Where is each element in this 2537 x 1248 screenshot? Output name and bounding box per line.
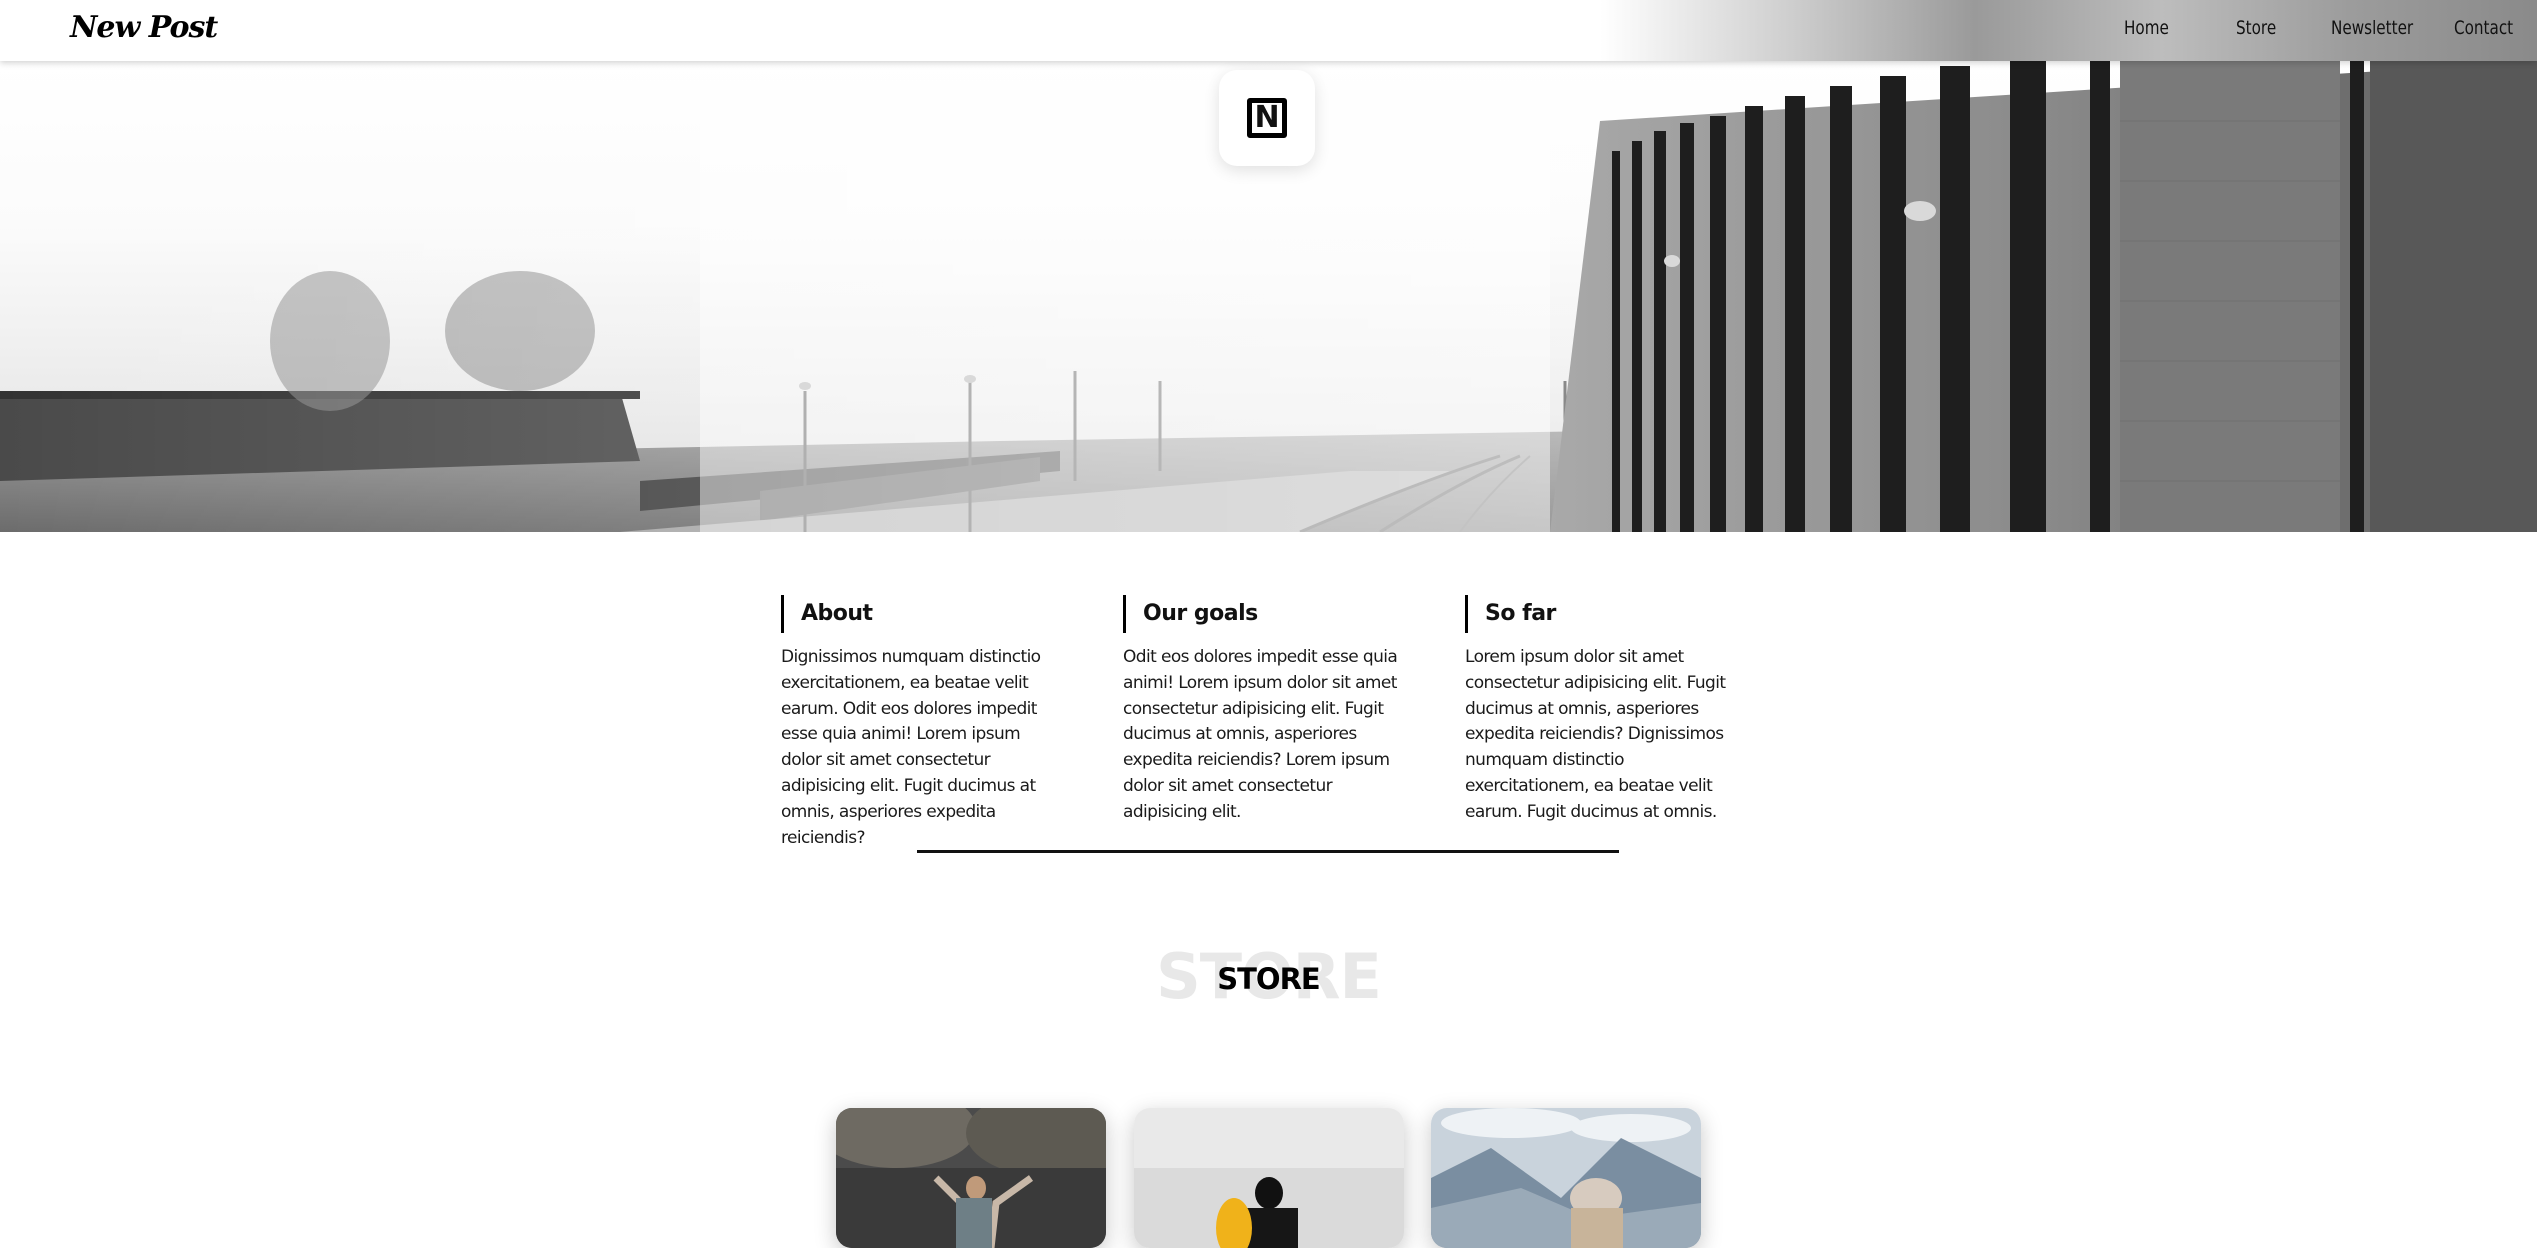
- brand-logo[interactable]: New Post: [70, 10, 218, 45]
- store-card-3[interactable]: [1431, 1108, 1701, 1248]
- store-card-1[interactable]: [836, 1108, 1106, 1248]
- nav-link-newsletter[interactable]: Newsletter: [2331, 17, 2413, 39]
- column-text-about: Dignissimos numquam distinctio exercitat…: [781, 647, 1041, 848]
- column-title-goals: Our goals: [1123, 595, 1413, 633]
- n-logo-icon: N: [1247, 98, 1287, 138]
- store-card-1-image: [836, 1108, 1106, 1248]
- hero-logo-badge: N: [1219, 70, 1315, 166]
- column-title-about: About: [781, 595, 1071, 633]
- column-text-so-far: Lorem ipsum dolor sit amet consectetur a…: [1465, 647, 1726, 822]
- nav-link-store[interactable]: Store: [2236, 17, 2276, 39]
- store-card-2-image: [1134, 1108, 1404, 1248]
- nav-link-contact[interactable]: Contact: [2454, 17, 2513, 39]
- store-card-2[interactable]: [1134, 1108, 1404, 1248]
- info-column-goals: Our goals Odit eos dolores impedit esse …: [1123, 595, 1413, 826]
- info-column-so-far: So far Lorem ipsum dolor sit amet consec…: [1465, 595, 1755, 826]
- column-text-goals: Odit eos dolores impedit esse quia animi…: [1123, 647, 1398, 822]
- section-divider: [917, 850, 1619, 853]
- column-title-so-far: So far: [1465, 595, 1755, 633]
- store-heading: STORE: [1217, 962, 1320, 996]
- store-card-3-image: [1431, 1108, 1701, 1248]
- info-column-about: About Dignissimos numquam distinctio exe…: [781, 595, 1071, 851]
- nav-link-home[interactable]: Home: [2124, 17, 2169, 39]
